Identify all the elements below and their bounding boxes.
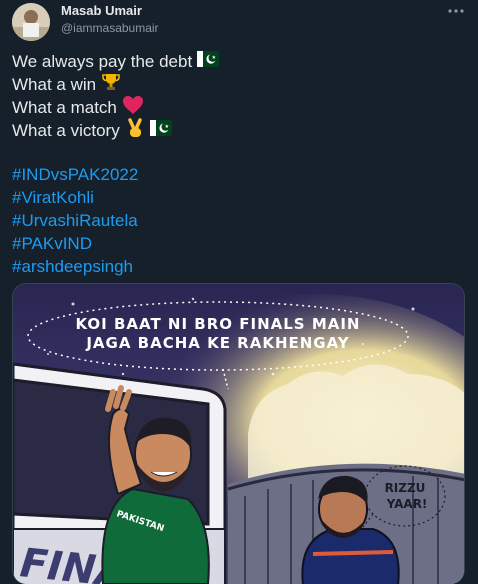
tweet-line-text: What a win	[12, 75, 97, 94]
author-name[interactable]: Masab Umair	[61, 3, 142, 18]
more-options-icon[interactable]	[446, 3, 466, 19]
trophy-icon	[101, 72, 121, 98]
tweet-image[interactable]: FINALS PAKISTAN KOI BAAT NI BRO FINALS M…	[12, 283, 465, 584]
hashtag-link[interactable]: #ViratKohli	[12, 186, 138, 209]
speech-right-line2: YAAR!	[386, 497, 428, 511]
victory-hand-icon	[125, 117, 145, 144]
hashtag-list: #INDvsPAK2022 #ViratKohli #UrvashiRautel…	[12, 163, 138, 278]
tweet-text: We always pay the debt What a win What a…	[12, 50, 220, 144]
tweet-line: What a win	[12, 73, 219, 96]
tweet-line-text: What a match	[12, 98, 117, 117]
hashtag-link[interactable]: #PAKvIND	[12, 232, 138, 255]
hashtag-link[interactable]: #arshdeepsingh	[12, 255, 138, 278]
speech-right-line1: RIZZU	[385, 481, 426, 495]
speech-left-line1: KOI BAAT NI BRO FINALS MAIN	[75, 315, 360, 333]
tweet-line: We always pay the debt	[12, 50, 220, 73]
pakistan-flag-icon	[197, 50, 220, 73]
hashtag-link[interactable]: #UrvashiRautela	[12, 209, 138, 232]
avatar[interactable]	[12, 3, 50, 41]
tweet-line: What a victory	[12, 117, 219, 144]
tweet-line-text: What a victory	[12, 121, 120, 140]
tweet-line: What a match	[12, 95, 219, 119]
author-handle[interactable]: @iammasabumair	[61, 21, 159, 35]
tweet: Masab Umair @iammasabumair We always pay…	[0, 0, 478, 584]
tweet-line-text: We always pay the debt	[12, 52, 193, 71]
hashtag-link[interactable]: #INDvsPAK2022	[12, 163, 138, 186]
pakistan-flag-icon	[149, 119, 172, 142]
speech-left-line2: JAGA BACHA KE RAKHENGAY	[85, 334, 349, 352]
